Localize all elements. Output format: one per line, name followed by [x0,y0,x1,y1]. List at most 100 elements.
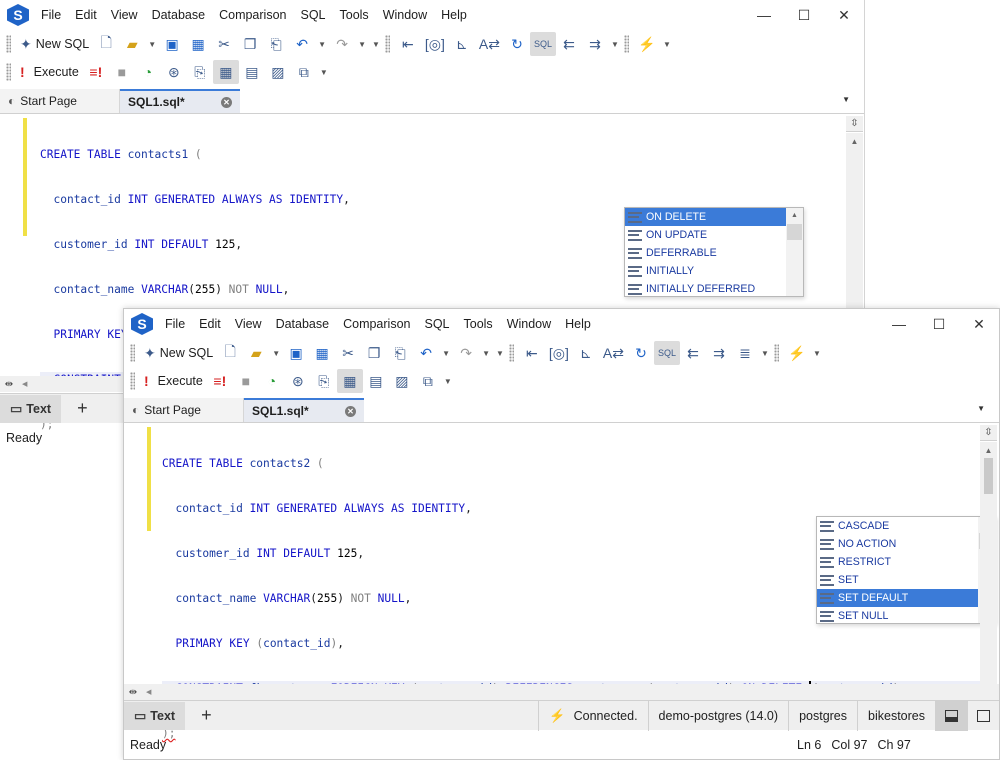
redo-button[interactable]: ↷ [453,341,479,365]
split-editor-icon[interactable]: ⇳ [846,116,863,132]
layout-button[interactable]: ▤ [239,60,265,84]
open-button[interactable]: ▰ [119,32,145,56]
redo-button[interactable]: ↷ [329,32,355,56]
chevron-down-icon[interactable]: ▼ [272,349,280,358]
chevron-down-icon[interactable]: ▼ [761,349,769,358]
completion-item[interactable]: SET DEFAULT [817,589,995,607]
toolbar-grip[interactable] [774,344,779,362]
plugin-button[interactable]: ⚡ [634,32,660,56]
history-button[interactable]: ◔ [135,60,161,84]
add-panel-button[interactable]: + [77,398,88,419]
toolbar-grip[interactable] [509,344,514,362]
paste-button[interactable]: ⎗ [263,32,289,56]
chevron-down-icon[interactable]: ▼ [482,349,490,358]
chevron-down-icon[interactable]: ▼ [813,349,821,358]
export-button[interactable]: ⎘ [187,60,213,84]
tab-start-page[interactable]: ◐Start Page [124,398,244,422]
explain-button[interactable]: ⊛ [285,369,311,393]
chevron-down-icon[interactable]: ▼ [318,40,326,49]
toolbar-grip[interactable] [6,35,11,53]
execute-button[interactable]: !Execute [140,369,207,393]
uncomment-button[interactable]: ⇉ [582,32,608,56]
cut-button[interactable]: ✂ [335,341,361,365]
editor-vertical-scrollbar[interactable]: ▲ [980,442,997,685]
chevron-down-icon[interactable]: ▼ [444,377,452,386]
sql-mode-button[interactable]: SQL [654,341,680,365]
completion-item[interactable]: SET NULL [817,607,995,624]
menu-view[interactable]: View [235,317,262,331]
scroll-thumb[interactable] [787,224,802,240]
completion-list[interactable]: ON DELETE ON UPDATE DEFERRABLE INITIALLY… [624,207,804,297]
refresh-button[interactable]: ↻ [504,32,530,56]
menu-view[interactable]: View [111,8,138,22]
explain-button[interactable]: ⊛ [161,60,187,84]
completion-item[interactable]: NO ACTION [817,535,995,553]
save-button[interactable]: ▣ [159,32,185,56]
comment-button[interactable]: ⇇ [556,32,582,56]
editor-vertical-scrollbar[interactable]: ▲ [846,133,863,308]
scroll-up-icon[interactable]: ▲ [980,442,997,458]
menu-tools[interactable]: Tools [340,8,369,22]
menu-file[interactable]: File [165,317,185,331]
chevron-down-icon[interactable]: ▼ [611,40,619,49]
refresh-button[interactable]: ↻ [628,341,654,365]
plugin-button[interactable]: ⚡ [784,341,810,365]
user-name[interactable]: postgres [788,701,857,731]
export-button[interactable]: ⎘ [311,369,337,393]
copy-button[interactable]: ❐ [237,32,263,56]
execute-current-button[interactable]: ≡! [83,60,109,84]
chevron-down-icon[interactable]: ▼ [442,349,450,358]
close-tab-icon[interactable]: ✕ [345,406,356,417]
add-panel-button[interactable]: + [201,705,212,726]
menu-tools[interactable]: Tools [464,317,493,331]
layout-button[interactable]: ▤ [363,369,389,393]
brackets-button[interactable]: [◎] [421,32,449,56]
pivot-button[interactable]: ⧉ [415,369,441,393]
tab-list-chevron-icon[interactable]: ▼ [842,95,850,104]
tab-text[interactable]: ▭Text [124,702,185,730]
save-all-button[interactable]: ▦ [309,341,335,365]
case-button[interactable]: A⇄ [475,32,504,56]
indent-button[interactable]: ⇤ [395,32,421,56]
completion-item[interactable]: RESTRICT [817,553,995,571]
new-file-button[interactable]: 🗋 [93,32,119,56]
menu-help[interactable]: Help [565,317,591,331]
tab-sql1[interactable]: SQL1.sql*✕ [244,398,364,422]
editor-horizontal-scrollbar[interactable]: ⇹ ◀ [124,684,999,700]
menu-edit[interactable]: Edit [199,317,221,331]
completion-list[interactable]: CASCADE NO ACTION RESTRICT SET SET DEFAU… [816,516,996,624]
undo-button[interactable]: ↶ [289,32,315,56]
completion-item[interactable]: INITIALLY [625,262,803,280]
chevron-down-icon[interactable]: ▼ [148,40,156,49]
close-button[interactable]: ✕ [824,0,864,30]
tab-sql1[interactable]: SQL1.sql*✕ [120,89,240,113]
toolbar-grip[interactable] [624,35,629,53]
save-button[interactable]: ▣ [283,341,309,365]
menu-window[interactable]: Window [383,8,427,22]
grid-button[interactable]: ▦ [337,369,363,393]
format-button[interactable]: ⊾ [449,32,475,56]
scroll-left-icon[interactable]: ◀ [146,688,151,696]
completion-item[interactable]: ON DELETE [625,208,803,226]
menu-database[interactable]: Database [152,8,206,22]
completion-item[interactable]: CASCADE [817,517,995,535]
sql-editor[interactable]: CREATE TABLE contacts2 ( contact_id INT … [124,425,999,685]
maximize-button[interactable]: ☐ [784,0,824,30]
tab-list-chevron-icon[interactable]: ▼ [977,404,985,413]
indent-button[interactable]: ⇤ [519,341,545,365]
menu-file[interactable]: File [41,8,61,22]
execute-current-button[interactable]: ≡! [207,369,233,393]
toolbar-grip[interactable] [130,372,135,390]
chevron-down-icon[interactable]: ▼ [358,40,366,49]
editor-horizontal-scrollbar[interactable]: ⇹ ◀ [0,376,123,392]
tab-text[interactable]: ▭Text [0,395,61,423]
menu-sql[interactable]: SQL [300,8,325,22]
minimize-button[interactable]: — [879,309,919,339]
chevron-down-icon[interactable]: ▼ [372,40,380,49]
save-all-button[interactable]: ▦ [185,32,211,56]
list-button[interactable]: ≣ [732,341,758,365]
grid-button[interactable]: ▦ [213,60,239,84]
maximize-button[interactable]: ☐ [919,309,959,339]
minimize-button[interactable]: — [744,0,784,30]
case-button[interactable]: A⇄ [599,341,628,365]
